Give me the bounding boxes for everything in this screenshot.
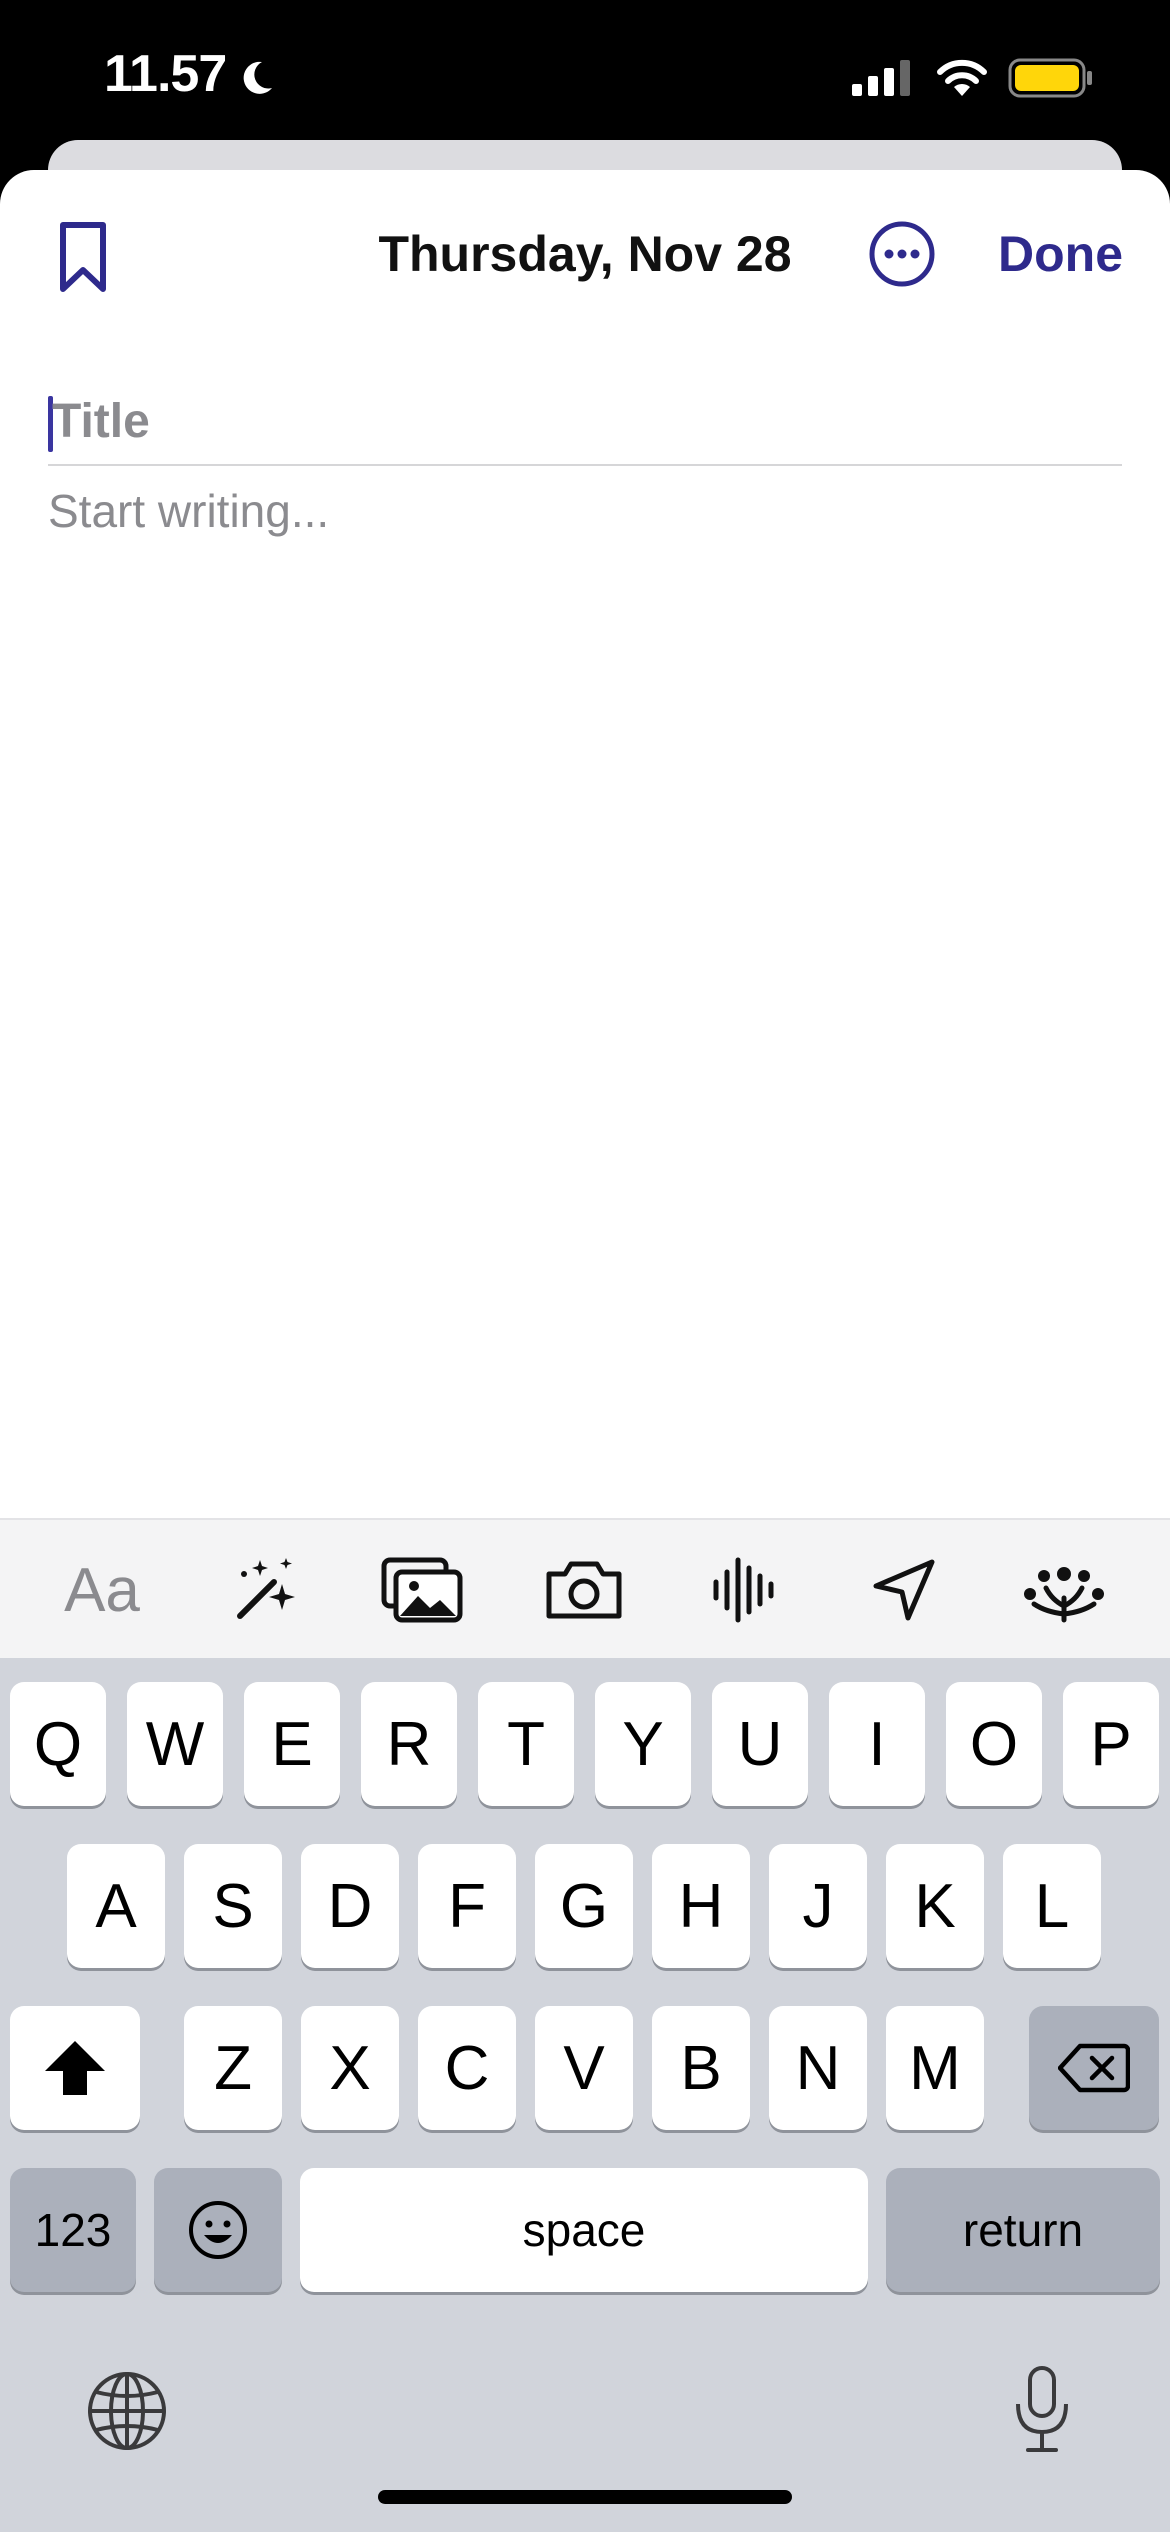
numbers-key[interactable]: 123: [10, 2168, 136, 2292]
more-tools-button[interactable]: [1004, 1520, 1124, 1660]
formatting-toolbar: Aa: [0, 1518, 1170, 1660]
location-button[interactable]: [844, 1520, 964, 1660]
key-q[interactable]: Q: [10, 1682, 106, 1806]
key-p[interactable]: P: [1063, 1682, 1159, 1806]
shift-key[interactable]: [10, 2006, 140, 2130]
location-arrow-icon: [873, 1559, 935, 1621]
key-y[interactable]: Y: [595, 1682, 691, 1806]
magic-wand-button[interactable]: [206, 1520, 326, 1660]
space-key[interactable]: space: [300, 2168, 868, 2292]
cellular-signal-icon: [852, 60, 910, 96]
photo-library-button[interactable]: [362, 1520, 482, 1660]
key-v[interactable]: V: [535, 2006, 633, 2130]
key-n[interactable]: N: [769, 2006, 867, 2130]
key-f[interactable]: F: [418, 1844, 516, 1968]
moon-icon: [243, 61, 272, 94]
key-l[interactable]: L: [1003, 1844, 1101, 1968]
key-g[interactable]: G: [535, 1844, 633, 1968]
done-button[interactable]: Done: [998, 225, 1123, 283]
audio-waveform-icon: [713, 1557, 774, 1623]
more-options-button[interactable]: [868, 220, 936, 288]
key-d[interactable]: D: [301, 1844, 399, 1968]
text-format-button[interactable]: Aa: [42, 1520, 162, 1660]
title-placeholder: Title: [52, 395, 150, 448]
shift-arrow-icon: [45, 2041, 105, 2095]
title-input[interactable]: Title: [48, 380, 1122, 466]
home-indicator[interactable]: [378, 2490, 792, 2504]
key-u[interactable]: U: [712, 1682, 808, 1806]
emoji-key[interactable]: [154, 2168, 282, 2292]
magic-wand-icon: [237, 1558, 295, 1619]
delete-key[interactable]: [1029, 2006, 1159, 2130]
backspace-icon: [1058, 2043, 1130, 2093]
key-s[interactable]: S: [184, 1844, 282, 1968]
key-j[interactable]: J: [769, 1844, 867, 1968]
key-e[interactable]: E: [244, 1682, 340, 1806]
key-k[interactable]: K: [886, 1844, 984, 1968]
status-time: 11.57: [104, 45, 227, 103]
status-bar: 11.57: [0, 0, 1170, 140]
key-x[interactable]: X: [301, 2006, 399, 2130]
key-w[interactable]: W: [127, 1682, 223, 1806]
key-o[interactable]: O: [946, 1682, 1042, 1806]
microphone-icon[interactable]: [1010, 2364, 1074, 2456]
battery-icon: [1008, 58, 1092, 98]
body-input[interactable]: Start writing...: [48, 484, 329, 538]
key-i[interactable]: I: [829, 1682, 925, 1806]
wifi-icon: [937, 59, 987, 96]
emoji-icon: [189, 2201, 247, 2259]
audio-recording-button[interactable]: [684, 1520, 804, 1660]
globe-icon[interactable]: [86, 2370, 168, 2452]
camera-icon: [546, 1561, 622, 1619]
key-h[interactable]: H: [652, 1844, 750, 1968]
key-z[interactable]: Z: [184, 2006, 282, 2130]
keyboard: Q W E R T Y U I O P A S D F G H J K L Z …: [0, 1658, 1170, 2532]
key-r[interactable]: R: [361, 1682, 457, 1806]
key-c[interactable]: C: [418, 2006, 516, 2130]
key-m[interactable]: M: [886, 2006, 984, 2130]
text-format-label: Aa: [64, 1555, 140, 1625]
key-t[interactable]: T: [478, 1682, 574, 1806]
photo-library-icon: [381, 1557, 463, 1623]
key-a[interactable]: A: [67, 1844, 165, 1968]
sparkle-burst-icon: [1024, 1567, 1104, 1623]
entry-date-title[interactable]: Thursday, Nov 28: [0, 225, 1170, 283]
camera-button[interactable]: [524, 1520, 644, 1660]
key-b[interactable]: B: [652, 2006, 750, 2130]
return-key[interactable]: return: [886, 2168, 1160, 2292]
